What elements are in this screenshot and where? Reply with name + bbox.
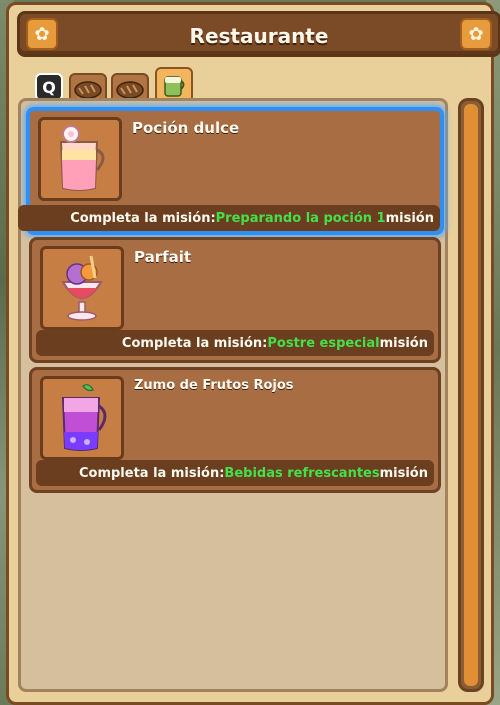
mission-suffix: misión bbox=[385, 210, 434, 226]
mission-prefix: Completa la misión: bbox=[121, 335, 268, 351]
mission-requirement: Completa la misión: Preparando la poción… bbox=[18, 205, 440, 231]
mission-requirement: Completa la misión: Postre especial misi… bbox=[36, 330, 434, 356]
paw-icon: ✿ bbox=[460, 18, 492, 50]
mission-prefix: Completa la misión: bbox=[78, 465, 225, 481]
recipe-card[interactable]: Parfait Completa la misión: Postre espec… bbox=[29, 237, 441, 363]
recipe-thumbnail bbox=[38, 117, 122, 201]
tab-q-hotkey[interactable]: Q bbox=[35, 73, 63, 101]
window-title: Restaurante bbox=[189, 24, 329, 48]
parfait-icon bbox=[61, 255, 103, 321]
recipe-list: Poción dulce Completa la misión: Prepara… bbox=[18, 98, 448, 692]
scrollbar[interactable] bbox=[458, 98, 484, 692]
recipe-card[interactable]: Zumo de Frutos Rojos Completa la misión:… bbox=[29, 367, 441, 493]
recipe-thumbnail bbox=[40, 246, 124, 330]
sweet-potion-icon bbox=[59, 125, 105, 191]
recipe-name: Parfait bbox=[134, 248, 192, 266]
recipe-name: Poción dulce bbox=[132, 119, 240, 137]
drink-cup-icon bbox=[164, 76, 185, 97]
mission-requirement: Completa la misión: Bebidas refrescantes… bbox=[36, 460, 434, 486]
berry-juice-icon bbox=[61, 384, 107, 451]
recipe-card[interactable]: Poción dulce Completa la misión: Prepara… bbox=[18, 107, 444, 235]
scrollbar-thumb[interactable] bbox=[464, 104, 478, 686]
recipe-thumbnail bbox=[40, 376, 124, 460]
quest-name: Postre especial bbox=[267, 335, 380, 351]
mission-suffix: misión bbox=[379, 465, 428, 481]
mission-suffix: misión bbox=[379, 335, 428, 351]
mission-prefix: Completa la misión: bbox=[70, 210, 216, 226]
recipe-name: Zumo de Frutos Rojos bbox=[134, 378, 294, 393]
title-bar: ✿ Restaurante ✿ bbox=[17, 11, 500, 57]
bread-icon bbox=[116, 81, 144, 99]
bread-icon bbox=[74, 81, 102, 99]
quest-name: Bebidas refrescantes bbox=[224, 465, 380, 481]
quest-name: Preparando la poción 1 bbox=[215, 210, 386, 226]
